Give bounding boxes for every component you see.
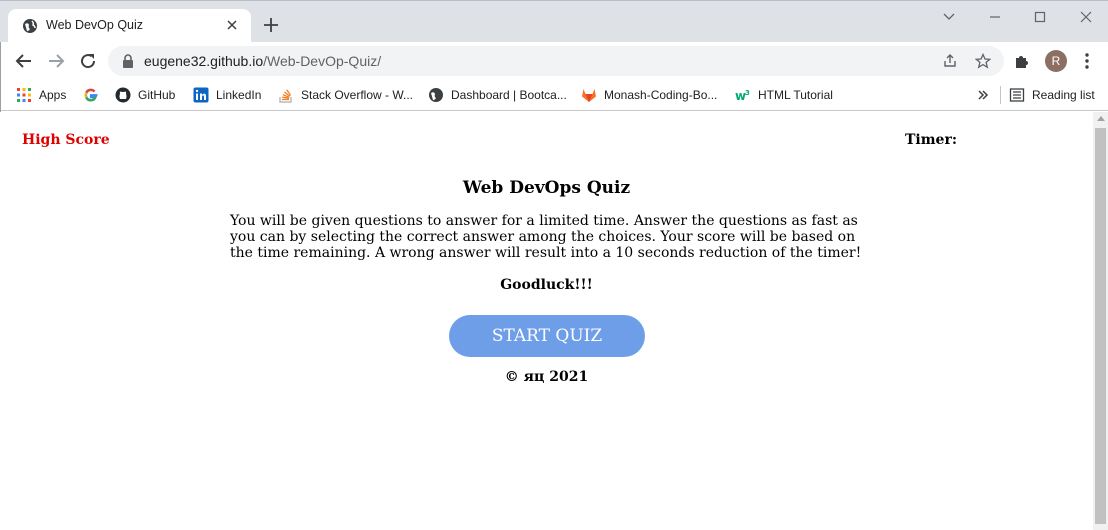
- start-quiz-button[interactable]: START QUIZ: [449, 315, 645, 357]
- vertical-scrollbar[interactable]: [1093, 112, 1108, 530]
- address-bar[interactable]: eugene32.github.io/Web-DevOp-Quiz/: [108, 46, 1004, 76]
- page-title: Web DevOps Quiz: [462, 178, 631, 198]
- footer-copyright: © яц 2021: [504, 369, 589, 385]
- more-menu-icon[interactable]: [1078, 52, 1096, 70]
- bookmark-label: GitHub: [138, 88, 176, 102]
- bookmark-label: Apps: [39, 88, 67, 102]
- w3schools-icon: w 3: [735, 89, 750, 103]
- gitlab-icon: [582, 89, 596, 102]
- bookmark-star-icon[interactable]: [975, 53, 991, 69]
- bookmark-label: Monash-Coding-Bo...: [604, 88, 718, 102]
- url-host: eugene32.github.io: [144, 53, 264, 69]
- scrollbar-thumb[interactable]: [1095, 128, 1106, 524]
- reload-icon[interactable]: [78, 51, 98, 71]
- bookmark-github[interactable]: GitHub: [115, 85, 175, 105]
- apps-grid-icon: [17, 88, 31, 102]
- tab-strip: Web DevOp Quiz: [0, 0, 1108, 43]
- bookmark-html-tutorial[interactable]: w 3 HTML Tutorial: [735, 85, 833, 105]
- google-icon: [84, 88, 98, 102]
- high-score-link[interactable]: High Score: [22, 132, 110, 148]
- bookmark-linkedin[interactable]: LinkedIn: [193, 85, 261, 105]
- bookmark-label: HTML Tutorial: [758, 88, 833, 102]
- bookmark-label: LinkedIn: [216, 88, 262, 102]
- share-icon[interactable]: [942, 53, 958, 69]
- new-tab-icon[interactable]: [262, 16, 280, 34]
- close-tab-icon[interactable]: [223, 16, 241, 34]
- bookmark-apps[interactable]: Apps: [16, 85, 66, 105]
- reading-list-icon: [1009, 88, 1025, 102]
- svg-text:3: 3: [745, 89, 750, 97]
- minimize-icon[interactable]: [985, 9, 1005, 25]
- timer-label: Timer:: [905, 132, 958, 148]
- linkedin-icon: [193, 87, 209, 103]
- bookmarks-divider: [1000, 86, 1001, 104]
- bookmark-google[interactable]: [83, 85, 106, 105]
- bookmark-stackoverflow[interactable]: Stack Overflow - W...: [278, 85, 413, 105]
- extensions-icon[interactable]: [1013, 52, 1031, 70]
- chevron-double-right-icon[interactable]: [977, 89, 989, 101]
- lock-icon[interactable]: [122, 54, 134, 68]
- maximize-icon[interactable]: [1030, 9, 1050, 25]
- quiz-page: High Score Timer: Web DevOps Quiz You wi…: [0, 112, 1093, 530]
- bookmarks-bar: Apps GitHub LinkedIn Stack Overflow - W.…: [0, 80, 1108, 111]
- reading-list-button[interactable]: Reading list: [1009, 85, 1095, 105]
- tab-search-icon[interactable]: [939, 9, 959, 25]
- scroll-up-arrow-icon[interactable]: [1097, 116, 1105, 121]
- bookmark-label: Dashboard | Bootca...: [451, 88, 567, 102]
- bookmark-dashboard[interactable]: Dashboard | Bootca...: [428, 85, 567, 105]
- quiz-instructions: You will be given questions to answer fo…: [230, 213, 862, 261]
- tab-title: Web DevOp Quiz: [46, 18, 144, 32]
- globe-icon: [429, 88, 443, 102]
- github-icon: [115, 87, 131, 103]
- reading-list-label: Reading list: [1032, 88, 1095, 102]
- url-path: /Web-DevOp-Quiz/: [263, 53, 382, 69]
- goodluck-text: Goodluck!!!: [500, 277, 593, 293]
- browser-tab[interactable]: Web DevOp Quiz: [8, 9, 251, 43]
- url-text[interactable]: eugene32.github.io/Web-DevOp-Quiz/: [144, 53, 381, 69]
- forward-icon[interactable]: [46, 51, 66, 71]
- back-icon[interactable]: [14, 51, 34, 71]
- close-window-icon[interactable]: [1076, 9, 1096, 25]
- bookmark-gitlab[interactable]: Monash-Coding-Bo...: [581, 85, 717, 105]
- globe-icon: [23, 19, 37, 33]
- bookmark-label: Stack Overflow - W...: [301, 88, 414, 102]
- stackoverflow-icon: [279, 89, 292, 103]
- browser-toolbar: eugene32.github.io/Web-DevOp-Quiz/: [0, 42, 1108, 80]
- profile-avatar[interactable]: R: [1045, 50, 1067, 72]
